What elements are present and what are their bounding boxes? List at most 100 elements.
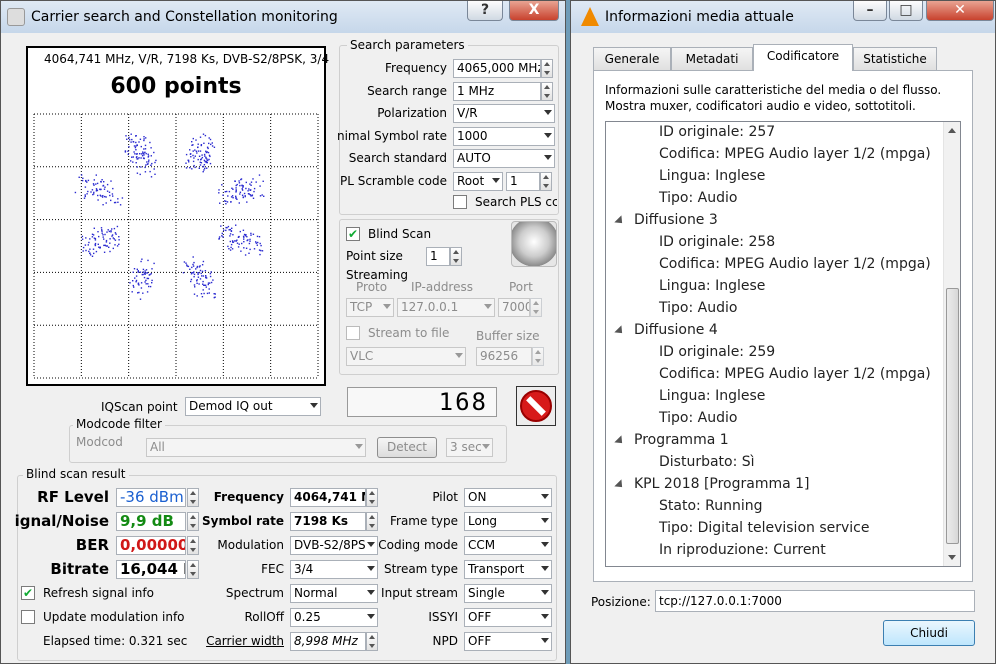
- constellation-point: [111, 193, 114, 195]
- stype-select[interactable]: Transport: [464, 560, 552, 579]
- maximize-button[interactable]: □: [889, 1, 923, 21]
- fec-select[interactable]: 3/4: [290, 560, 378, 579]
- rolloff-select[interactable]: 0.25: [290, 608, 378, 627]
- pilot-select[interactable]: ON: [464, 488, 552, 507]
- position-field[interactable]: tcp://127.0.0.1:7000: [655, 590, 975, 612]
- coding-select[interactable]: CCM: [464, 536, 552, 555]
- cw-label[interactable]: Carrier width: [206, 634, 284, 648]
- min-sr-select[interactable]: 1000: [453, 127, 555, 146]
- constellation-point: [207, 283, 209, 286]
- sr-spin[interactable]: [366, 512, 378, 531]
- stream-file-checkbox[interactable]: [346, 326, 360, 340]
- tree-leaf[interactable]: Stato: Running: [659, 498, 763, 514]
- bitrate-spin[interactable]: [187, 560, 199, 579]
- proto-select[interactable]: TCP: [346, 298, 394, 317]
- tree-leaf[interactable]: Lingua: Inglese: [659, 168, 765, 184]
- tab-statistiche[interactable]: Statistiche: [853, 47, 937, 70]
- pls-spin[interactable]: [540, 172, 552, 191]
- pls-value-input[interactable]: 1: [506, 172, 540, 191]
- refresh-checkbox[interactable]: ✔: [21, 586, 35, 600]
- tree-leaf[interactable]: Disturbato: Sì: [659, 454, 755, 470]
- tree-leaf[interactable]: In riproduzione: Current: [659, 542, 826, 558]
- frequency-input[interactable]: 4065,000 MHz: [453, 59, 541, 78]
- constellation-point: [114, 201, 117, 204]
- tree-leaf[interactable]: Codifica: MPEG Audio layer 1/2 (mpga): [659, 256, 931, 272]
- tree-leaf[interactable]: Tipo: Audio: [659, 300, 737, 316]
- constellation-point: [129, 282, 131, 284]
- sec-select[interactable]: 3 sec: [446, 438, 493, 457]
- player-select[interactable]: VLC: [346, 347, 466, 366]
- constellation-point: [199, 269, 202, 272]
- issyi-select[interactable]: OFF: [464, 608, 552, 627]
- close-button[interactable]: ✕: [926, 1, 994, 21]
- snr-spin[interactable]: [187, 512, 199, 531]
- update-mod-checkbox[interactable]: [21, 610, 35, 624]
- constellation-point: [110, 180, 112, 182]
- constellation-point: [87, 179, 90, 182]
- tree-node[interactable]: Diffusione 4: [634, 322, 718, 338]
- cw-spin[interactable]: [366, 632, 378, 651]
- codec-tree[interactable]: ID originale: 257 Codifica: MPEG Audio la…: [605, 121, 961, 567]
- tab-codificatore[interactable]: Codificatore: [753, 44, 853, 71]
- blind-scan-checkbox[interactable]: ✔: [346, 227, 360, 241]
- tree-leaf[interactable]: ID originale: 258: [659, 234, 775, 250]
- buffer-input[interactable]: 96256: [476, 347, 532, 366]
- tree-leaf[interactable]: Codifica: MPEG Audio layer 1/2 (mpga): [659, 366, 931, 382]
- tree-node[interactable]: Diffusione 3: [634, 212, 718, 228]
- expand-arrow-icon[interactable]: [614, 215, 626, 227]
- mod-select[interactable]: DVB-S2/8PS: [290, 536, 378, 555]
- tree-leaf[interactable]: ID originale: 259: [659, 344, 775, 360]
- range-input[interactable]: 1 MHz: [453, 82, 541, 101]
- frame-select[interactable]: Long: [464, 512, 552, 531]
- tree-leaf[interactable]: Tipo: Audio: [659, 190, 737, 206]
- buffer-spin[interactable]: [532, 347, 544, 366]
- scroll-thumb[interactable]: [946, 288, 959, 544]
- modcode-select[interactable]: All: [146, 438, 366, 457]
- stop-button[interactable]: [516, 386, 556, 426]
- constellation-point: [182, 272, 185, 274]
- tree-leaf[interactable]: ID originale: 257: [659, 124, 775, 140]
- search-pls-checkbox[interactable]: [453, 195, 467, 209]
- detect-button[interactable]: Detect: [377, 437, 437, 458]
- range-spin[interactable]: [541, 82, 553, 101]
- expand-arrow-icon[interactable]: [614, 479, 626, 491]
- frequency-spin[interactable]: [541, 59, 553, 78]
- ip-select[interactable]: 127.0.0.1: [397, 298, 495, 317]
- polarization-select[interactable]: V/R: [453, 104, 555, 123]
- standard-select[interactable]: AUTO: [453, 149, 555, 168]
- rf-spin[interactable]: [187, 488, 199, 507]
- close-button[interactable]: X: [509, 1, 559, 21]
- constellation-point: [131, 156, 133, 158]
- tree-leaf[interactable]: Lingua: Inglese: [659, 388, 765, 404]
- npd-select[interactable]: OFF: [464, 632, 552, 651]
- istream-select[interactable]: Single: [464, 584, 552, 603]
- scroll-down-icon[interactable]: [948, 555, 956, 560]
- tree-leaf[interactable]: Tipo: Digital television service: [659, 520, 870, 536]
- constellation-point: [130, 133, 132, 135]
- tree-leaf[interactable]: Tipo: Audio: [659, 410, 737, 426]
- tree-leaf[interactable]: Codifica: MPEG Audio layer 1/2 (mpga): [659, 146, 931, 162]
- help-button[interactable]: ?: [467, 1, 503, 21]
- expand-arrow-icon[interactable]: [614, 435, 626, 447]
- constellation-point: [241, 184, 243, 187]
- tab-generale[interactable]: Generale: [593, 47, 671, 70]
- port-input[interactable]: 7000: [498, 298, 530, 317]
- close-dialog-button[interactable]: Chiudi: [883, 620, 975, 646]
- point-size-spin[interactable]: [450, 247, 462, 266]
- constellation-point: [228, 248, 230, 250]
- tree-node[interactable]: Programma 1: [634, 432, 729, 448]
- ber-spin[interactable]: [187, 536, 199, 555]
- iqscan-select[interactable]: Demod IQ out: [185, 397, 321, 416]
- freq-spin[interactable]: [366, 488, 378, 507]
- tab-metadati[interactable]: Metadati: [671, 47, 753, 70]
- tree-leaf[interactable]: Lingua: Inglese: [659, 278, 765, 294]
- tree-node[interactable]: KPL 2018 [Programma 1]: [634, 476, 810, 492]
- minimize-button[interactable]: –: [853, 1, 887, 21]
- scrollbar[interactable]: [943, 122, 960, 566]
- port-spin[interactable]: [530, 298, 542, 317]
- spectrum-select[interactable]: Normal: [290, 584, 378, 603]
- pls-mode-select[interactable]: Root: [453, 172, 503, 191]
- point-size-input[interactable]: 1: [426, 247, 450, 266]
- expand-arrow-icon[interactable]: [614, 325, 626, 337]
- scroll-up-icon[interactable]: [948, 128, 956, 133]
